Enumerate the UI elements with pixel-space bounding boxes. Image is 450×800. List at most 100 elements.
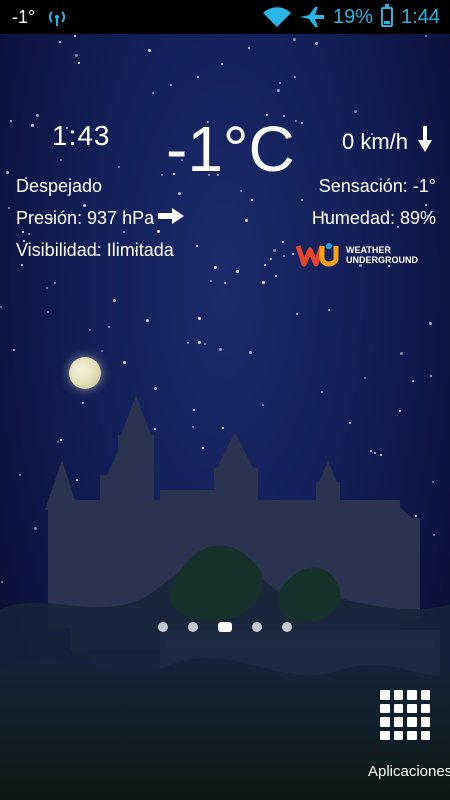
star [148, 49, 151, 52]
status-time: 1:44 [401, 5, 440, 28]
star [224, 282, 226, 284]
wu-logo-text: WEATHER UNDERGROUND [346, 245, 418, 265]
star [75, 54, 78, 57]
star [83, 204, 86, 207]
star [21, 264, 23, 266]
star [31, 124, 34, 127]
star [54, 282, 56, 284]
star [78, 62, 80, 64]
page-indicator-dot[interactable] [252, 622, 262, 632]
widget-temperature: -1°C [166, 113, 295, 185]
pressure-trend-arrow-icon [158, 208, 185, 229]
star [219, 348, 222, 351]
star [295, 120, 297, 122]
star [10, 120, 12, 122]
star [273, 249, 276, 252]
star [328, 309, 330, 311]
widget-wind: 0 km/h [342, 126, 432, 158]
star [146, 319, 149, 322]
star [187, 342, 189, 344]
star [364, 377, 366, 379]
star [301, 122, 303, 124]
star [197, 76, 199, 78]
condition-text: Despejado [16, 176, 103, 196]
star [113, 299, 116, 302]
moon [69, 357, 101, 389]
feels-like-text: Sensación: -1° [318, 176, 436, 196]
star [301, 199, 303, 201]
star [36, 114, 39, 117]
star [249, 351, 252, 354]
star [221, 63, 223, 65]
star [60, 159, 62, 161]
star [240, 190, 242, 192]
humidity-text: Humedad: 89% [311, 208, 436, 228]
star [108, 326, 110, 328]
star [196, 245, 198, 247]
star [198, 341, 201, 344]
star [8, 207, 10, 209]
star [430, 375, 432, 377]
status-temperature: -1° [12, 6, 36, 27]
star [6, 171, 9, 174]
star [157, 230, 160, 233]
star [262, 281, 265, 284]
star [429, 322, 432, 325]
weather-underground-logo[interactable]: WEATHER UNDERGROUND [296, 240, 428, 270]
battery-icon [381, 4, 394, 27]
star [13, 349, 15, 351]
star [251, 199, 253, 201]
page-indicator-dot[interactable] [218, 622, 232, 632]
star [315, 42, 318, 45]
star [28, 233, 30, 235]
star [214, 266, 217, 269]
page-indicator-dot[interactable] [188, 622, 198, 632]
star [294, 76, 296, 78]
star [178, 192, 181, 195]
star [210, 280, 212, 282]
page-indicator-dot[interactable] [158, 622, 168, 632]
star [425, 204, 427, 206]
star [279, 82, 281, 84]
star [198, 317, 201, 320]
wifi-icon [263, 6, 292, 28]
page-indicator-dot[interactable] [282, 622, 292, 632]
star [283, 255, 285, 257]
visibility-text: Visibilidad: Ilimitada [16, 240, 174, 260]
star [282, 241, 284, 243]
star [46, 287, 48, 289]
star [400, 352, 403, 355]
star [74, 35, 76, 37]
star [161, 174, 163, 176]
signal-broadcast-icon [47, 8, 67, 26]
page-indicator [0, 622, 450, 632]
pressure-row: Presión: 937 hPa [16, 208, 185, 229]
star [123, 231, 125, 233]
star [204, 343, 206, 345]
star [245, 219, 248, 222]
star [0, 306, 2, 308]
star [170, 84, 172, 86]
star [264, 264, 266, 266]
star [22, 231, 24, 233]
star [118, 166, 120, 168]
status-bar: -1° 19% 1:44 [0, 0, 450, 34]
star [248, 47, 250, 49]
wu-logo-icon [296, 243, 339, 267]
star [152, 92, 154, 94]
star [123, 361, 126, 364]
star [354, 110, 357, 113]
star [293, 38, 296, 41]
wind-direction-icon [418, 126, 432, 158]
star [277, 89, 280, 92]
star [412, 380, 414, 382]
apps-grid-icon [380, 690, 430, 740]
star [89, 329, 91, 331]
battery-percent: 19% [333, 5, 374, 28]
wind-speed: 0 km/h [341, 129, 408, 154]
star [59, 41, 61, 43]
airplane-icon [299, 6, 325, 28]
star [296, 313, 298, 315]
star [275, 275, 277, 277]
star [236, 270, 239, 273]
